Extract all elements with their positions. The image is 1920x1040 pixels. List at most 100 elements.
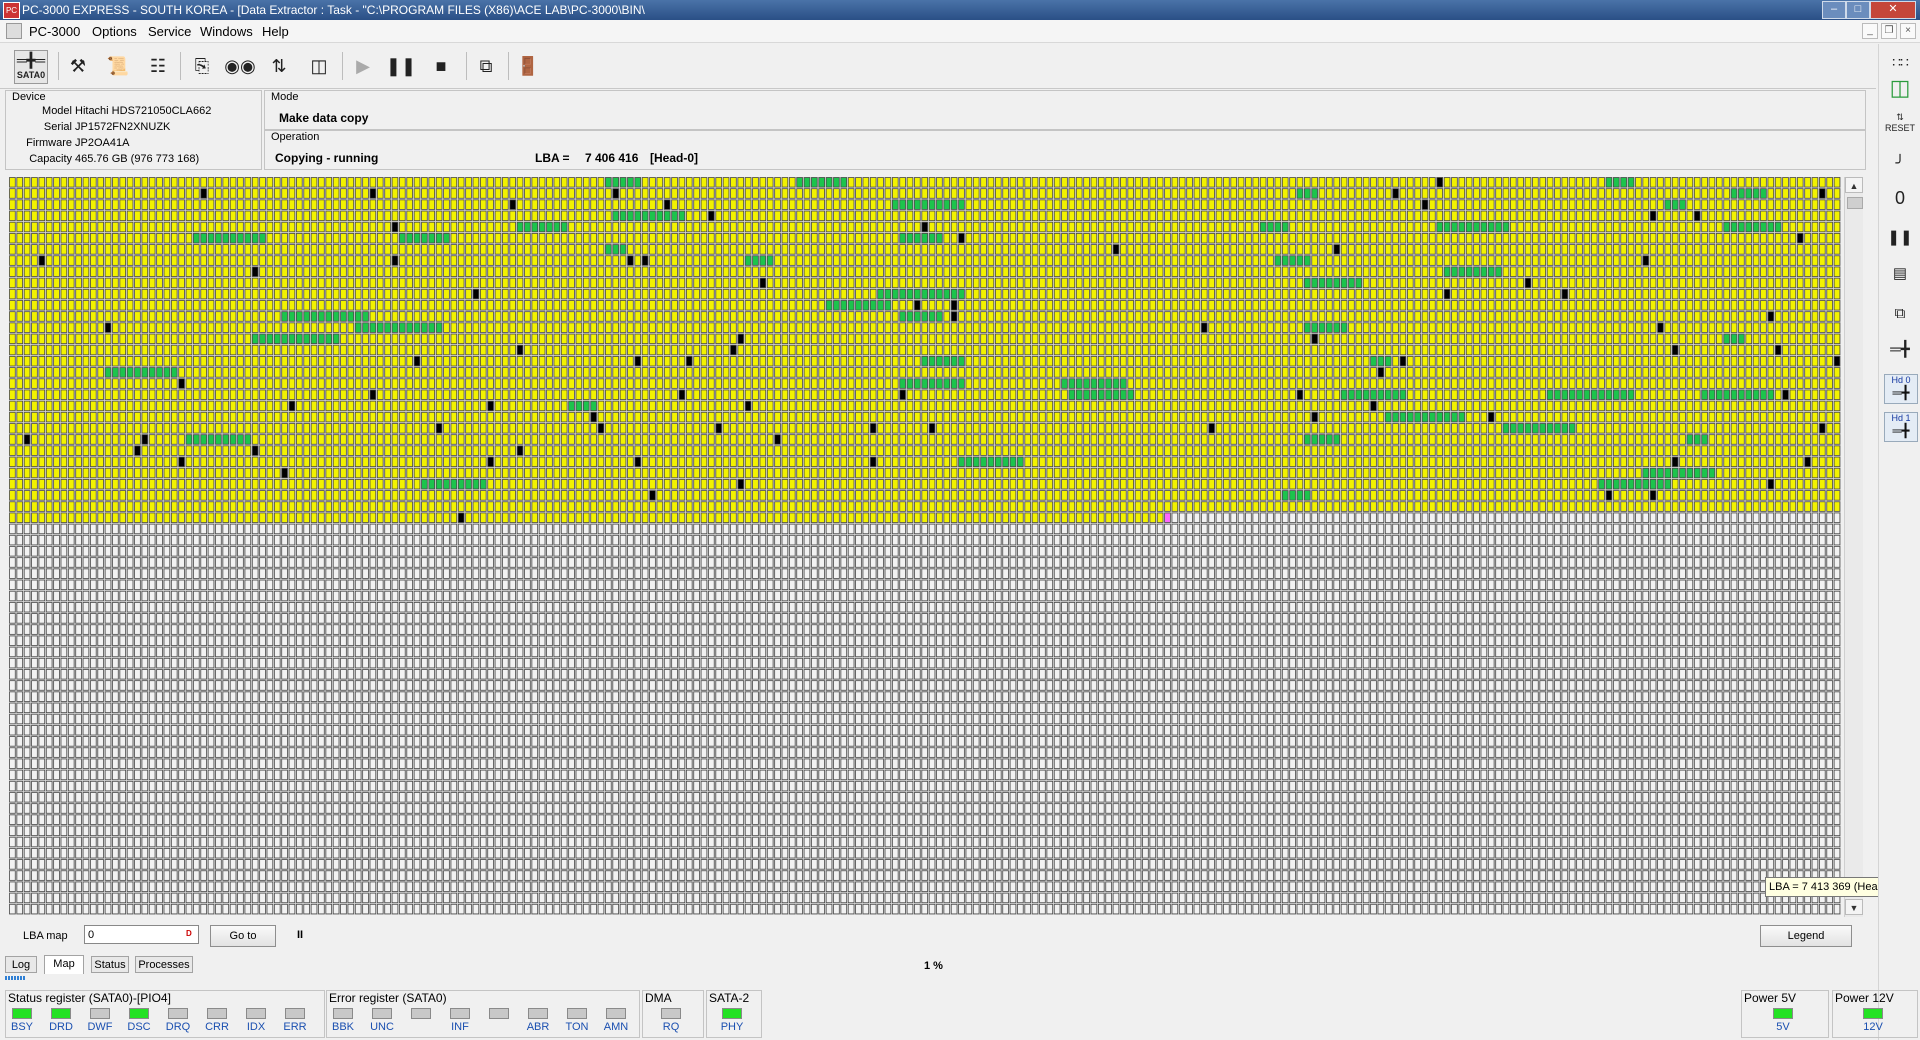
lba-block[interactable] <box>641 389 649 400</box>
lba-block[interactable] <box>811 311 818 322</box>
lba-block[interactable] <box>75 333 82 345</box>
lba-block[interactable] <box>163 344 171 356</box>
lba-block[interactable] <box>1370 322 1377 333</box>
lba-block[interactable] <box>641 367 649 378</box>
lba-block[interactable] <box>399 288 406 300</box>
lba-block[interactable] <box>553 344 561 356</box>
lba-block[interactable] <box>1392 244 1399 255</box>
lba-block[interactable] <box>1752 266 1760 277</box>
lba-block[interactable] <box>1465 255 1473 266</box>
lba-block[interactable] <box>906 356 914 367</box>
lba-block[interactable] <box>1590 322 1598 333</box>
lba-block[interactable] <box>1833 300 1841 311</box>
lba-block[interactable] <box>487 367 494 378</box>
lba-block[interactable] <box>744 255 752 266</box>
lba-block[interactable] <box>1156 255 1164 266</box>
lba-block[interactable] <box>1304 266 1311 277</box>
lba-block[interactable] <box>82 199 90 210</box>
lba-block[interactable] <box>568 288 575 300</box>
lba-block[interactable] <box>296 311 303 322</box>
lba-block[interactable] <box>487 333 494 345</box>
lba-block[interactable] <box>921 300 928 311</box>
lba-block[interactable] <box>200 188 207 199</box>
lba-block[interactable] <box>1701 344 1708 356</box>
lba-block[interactable] <box>1017 322 1024 333</box>
lba-block[interactable] <box>1451 322 1458 333</box>
lba-block[interactable] <box>38 233 46 244</box>
lba-block[interactable] <box>965 300 973 311</box>
lba-block[interactable] <box>1760 188 1767 199</box>
lba-block[interactable] <box>1061 199 1068 210</box>
lba-block[interactable] <box>1613 311 1620 322</box>
lba-block[interactable] <box>1002 244 1009 255</box>
lba-block[interactable] <box>1267 356 1274 367</box>
lba-block[interactable] <box>796 389 803 400</box>
lba-block[interactable] <box>1024 333 1031 345</box>
lba-block[interactable] <box>1539 311 1547 322</box>
lba-block[interactable] <box>1399 288 1407 300</box>
lba-block[interactable] <box>1716 378 1723 389</box>
lba-block[interactable] <box>60 367 68 378</box>
lba-block[interactable] <box>1392 255 1399 266</box>
lba-block[interactable] <box>700 177 708 188</box>
lba-block[interactable] <box>354 210 362 222</box>
lba-block[interactable] <box>987 367 995 378</box>
lba-block[interactable] <box>1723 244 1730 255</box>
lba-block[interactable] <box>1274 233 1282 244</box>
lba-block[interactable] <box>1495 333 1502 345</box>
lba-block[interactable] <box>318 378 325 389</box>
lba-block[interactable] <box>847 367 855 378</box>
lba-block[interactable] <box>1642 367 1650 378</box>
lba-block[interactable] <box>1142 233 1149 244</box>
lba-block[interactable] <box>634 356 642 367</box>
lba-block[interactable] <box>1009 233 1017 244</box>
lba-block[interactable] <box>119 244 127 255</box>
lba-block[interactable] <box>774 333 781 345</box>
lba-block[interactable] <box>980 221 987 233</box>
lba-block[interactable] <box>1274 378 1282 389</box>
lba-block[interactable] <box>45 266 53 277</box>
lba-block[interactable] <box>950 356 958 367</box>
lba-block[interactable] <box>1031 367 1039 378</box>
lba-block[interactable] <box>1355 333 1363 345</box>
lba-block[interactable] <box>1605 177 1613 188</box>
lba-block[interactable] <box>833 311 840 322</box>
lba-block[interactable] <box>1223 300 1230 311</box>
lba-block[interactable] <box>325 367 333 378</box>
lba-block[interactable] <box>1362 344 1370 356</box>
lba-block[interactable] <box>1090 322 1098 333</box>
lba-block[interactable] <box>502 177 509 188</box>
lba-block[interactable] <box>1178 389 1186 400</box>
lba-block[interactable] <box>671 333 678 345</box>
lba-block[interactable] <box>1326 356 1333 367</box>
lba-block[interactable] <box>582 378 590 389</box>
lba-block[interactable] <box>244 255 252 266</box>
lba-block[interactable] <box>97 378 104 389</box>
lba-block[interactable] <box>259 367 266 378</box>
lba-block[interactable] <box>1017 378 1024 389</box>
lba-block[interactable] <box>340 277 347 289</box>
lba-block[interactable] <box>1333 210 1340 222</box>
lba-block[interactable] <box>1576 233 1583 244</box>
lba-block[interactable] <box>406 311 413 322</box>
lba-block[interactable] <box>1701 244 1708 255</box>
lba-block[interactable] <box>869 188 877 199</box>
lba-block[interactable] <box>1443 199 1451 210</box>
lba-block[interactable] <box>1237 288 1245 300</box>
lba-block[interactable] <box>649 322 656 333</box>
lba-block[interactable] <box>1333 177 1340 188</box>
lba-block[interactable] <box>163 288 171 300</box>
lba-block[interactable] <box>60 210 68 222</box>
lba-block[interactable] <box>1554 199 1561 210</box>
lba-block[interactable] <box>612 322 619 333</box>
lba-block[interactable] <box>1686 311 1694 322</box>
sata0-button[interactable]: ═╋═ SATA0 <box>14 50 48 84</box>
lba-block[interactable] <box>60 356 68 367</box>
lba-block[interactable] <box>980 378 987 389</box>
lba-block[interactable] <box>1598 311 1605 322</box>
lba-block[interactable] <box>1392 344 1399 356</box>
lba-block[interactable] <box>796 221 803 233</box>
lba-block[interactable] <box>575 367 583 378</box>
lba-block[interactable] <box>1039 277 1046 289</box>
lba-block[interactable] <box>1693 233 1701 244</box>
